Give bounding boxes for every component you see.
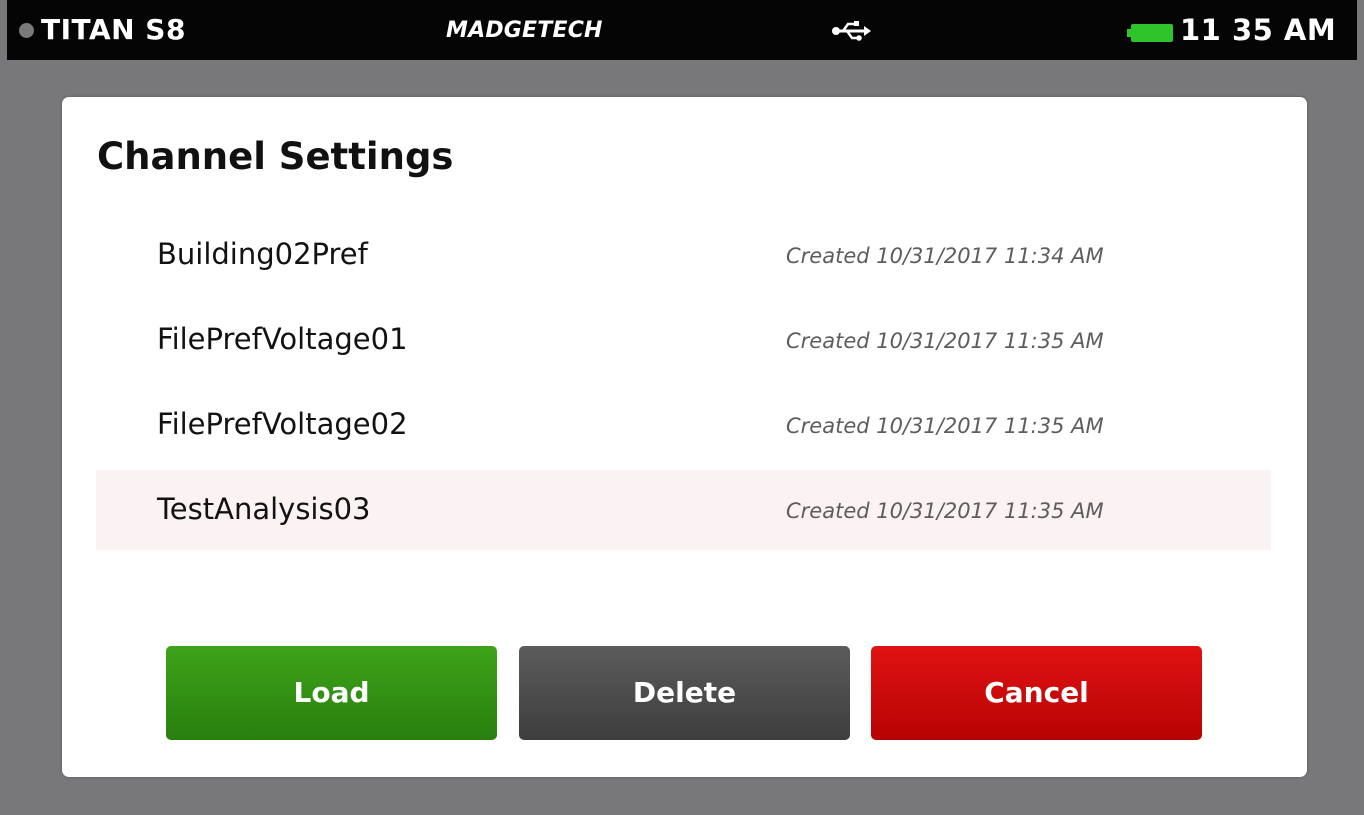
channel-settings-dialog: Channel Settings Building02Pref Created … — [62, 97, 1307, 777]
file-name: TestAnalysis03 — [157, 492, 371, 526]
file-name: FilePrefVoltage02 — [157, 407, 408, 441]
file-created-date: Created 10/31/2017 11:35 AM — [786, 414, 1104, 438]
status-indicator-icon — [19, 23, 34, 38]
clock: 11 35 AM — [1180, 13, 1337, 47]
list-item-fileprefvoltage02[interactable]: FilePrefVoltage02 Created 10/31/2017 11:… — [96, 385, 1271, 465]
settings-file-list: Building02Pref Created 10/31/2017 11:34 … — [96, 215, 1271, 555]
battery-icon — [1127, 24, 1173, 42]
list-item-testanalysis03[interactable]: TestAnalysis03 Created 10/31/2017 11:35 … — [96, 470, 1271, 550]
list-item-building02pref[interactable]: Building02Pref Created 10/31/2017 11:34 … — [96, 215, 1271, 295]
file-created-date: Created 10/31/2017 11:35 AM — [786, 329, 1104, 353]
delete-button[interactable]: Delete — [519, 646, 850, 740]
status-bar: TITAN S8 MADGETECH 11 35 AM — [7, 0, 1357, 60]
device-name: TITAN S8 — [41, 13, 186, 46]
list-item-fileprefvoltage01[interactable]: FilePrefVoltage01 Created 10/31/2017 11:… — [96, 300, 1271, 380]
brand-logo: MADGETECH — [446, 18, 603, 43]
usb-icon — [832, 21, 871, 41]
file-name: FilePrefVoltage01 — [157, 322, 408, 356]
load-button[interactable]: Load — [166, 646, 497, 740]
file-name: Building02Pref — [157, 237, 368, 271]
file-created-date: Created 10/31/2017 11:35 AM — [786, 499, 1104, 523]
cancel-button[interactable]: Cancel — [871, 646, 1202, 740]
dialog-title: Channel Settings — [97, 135, 454, 178]
file-created-date: Created 10/31/2017 11:34 AM — [786, 244, 1104, 268]
